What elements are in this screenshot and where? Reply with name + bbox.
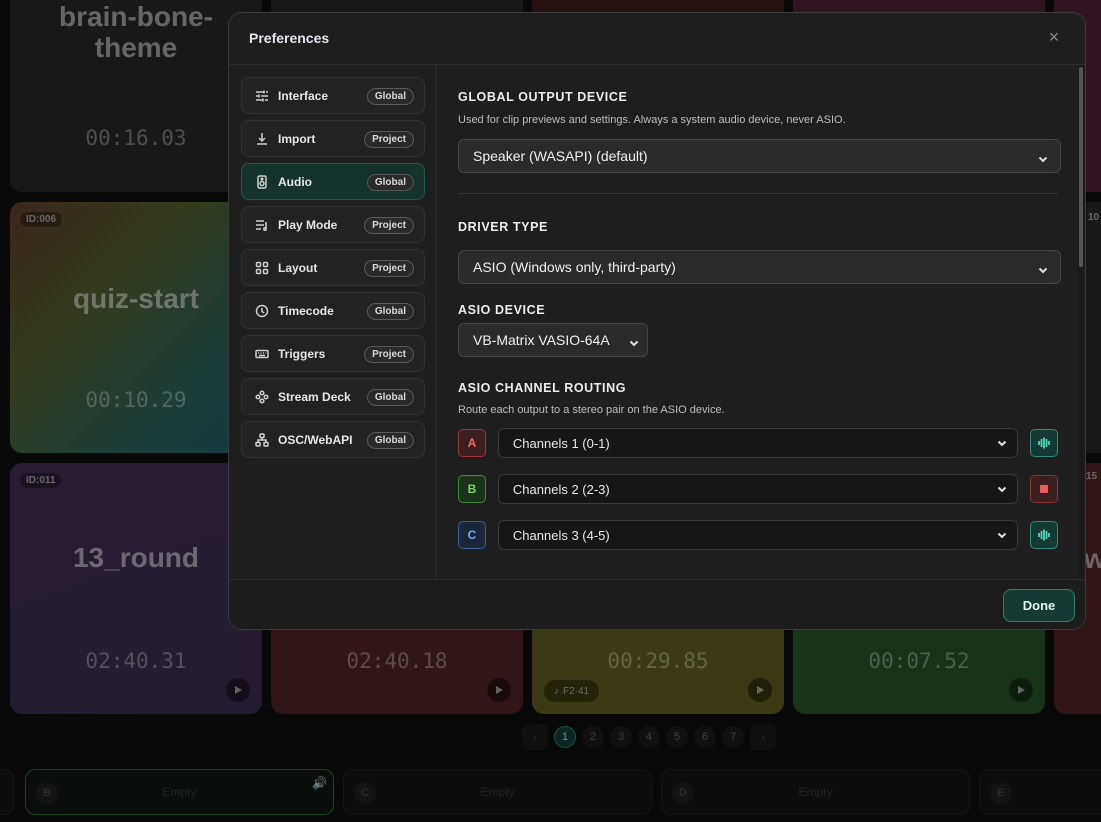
driver-type-select[interactable]: ASIO (Windows only, third-party) [458, 250, 1061, 284]
select-value: Channels 1 (0-1) [512, 435, 610, 451]
scope-badge: Project [364, 346, 414, 363]
select-value: Channels 2 (2-3) [512, 481, 610, 497]
section-divider [458, 193, 1058, 194]
channel-select[interactable]: Channels 2 (2-3) [497, 474, 1019, 504]
audio-settings-panel: GLOBAL OUTPUT DEVICE Used for clip previ… [438, 65, 1078, 579]
routing-row-c: C Channels 3 (4-5) [458, 512, 1058, 558]
scope-badge: Project [364, 217, 414, 234]
chevron-down-icon [629, 335, 639, 347]
sidebar-item-label: Triggers [278, 346, 326, 361]
sidebar-item-label: OSC/WebAPI [278, 432, 353, 447]
sidebar-item-layout[interactable]: Layout Project [241, 249, 425, 286]
scope-badge: Project [364, 260, 414, 277]
asio-device-select[interactable]: VB-Matrix VASIO-64A [458, 323, 648, 357]
section-title-asio-device: ASIO DEVICE [458, 303, 546, 317]
select-value: Speaker (WASAPI) (default) [473, 148, 648, 164]
test-tone-button[interactable] [1030, 429, 1058, 457]
network-icon [254, 432, 270, 448]
channel-select[interactable]: Channels 3 (4-5) [497, 520, 1019, 550]
preferences-sidebar: Interface Global Import Project Audio Gl… [229, 65, 437, 579]
chevron-down-icon [1038, 151, 1048, 163]
download-icon [254, 131, 270, 147]
scrollbar-thumb[interactable] [1079, 67, 1083, 267]
stream-deck-icon [254, 389, 270, 405]
dialog-title: Preferences [249, 30, 330, 46]
select-value: ASIO (Windows only, third-party) [473, 259, 676, 275]
audio-wave-icon [1038, 437, 1050, 449]
sidebar-item-timecode[interactable]: Timecode Global [241, 292, 425, 329]
sidebar-item-label: Import [278, 131, 316, 146]
playlist-icon [254, 217, 270, 233]
section-title-driver-type: DRIVER TYPE [458, 220, 548, 234]
sidebar-item-interface[interactable]: Interface Global [241, 77, 425, 114]
sidebar-item-label: Layout [278, 260, 318, 275]
sidebar-item-osc-webapi[interactable]: OSC/WebAPI Global [241, 421, 425, 458]
deck-letter-badge: B [458, 475, 486, 503]
scope-badge: Global [366, 88, 414, 105]
dialog-footer: Done [229, 579, 1085, 629]
done-button[interactable]: Done [1003, 589, 1075, 622]
chevron-down-icon [997, 528, 1007, 543]
sidebar-item-label: Stream Deck [278, 389, 351, 404]
sidebar-item-label: Play Mode [278, 217, 338, 232]
chevron-down-icon [1038, 262, 1048, 274]
keyboard-icon [254, 346, 270, 362]
sliders-icon [254, 88, 270, 104]
routing-list: A Channels 1 (0-1) B Channels 2 (2-3) C … [458, 420, 1058, 558]
grid-icon [254, 260, 270, 276]
channel-select[interactable]: Channels 1 (0-1) [497, 428, 1019, 458]
stop-test-button[interactable] [1030, 475, 1058, 503]
deck-letter-badge: C [458, 521, 486, 549]
close-icon: × [1048, 27, 1060, 47]
routing-row-b: B Channels 2 (2-3) [458, 466, 1058, 512]
scope-badge: Global [366, 432, 414, 449]
close-button[interactable]: × [1045, 28, 1063, 46]
output-device-select[interactable]: Speaker (WASAPI) (default) [458, 139, 1061, 173]
sidebar-item-play-mode[interactable]: Play Mode Project [241, 206, 425, 243]
deck-letter-badge: A [458, 429, 486, 457]
speaker-icon [254, 174, 270, 190]
sidebar-item-stream-deck[interactable]: Stream Deck Global [241, 378, 425, 415]
routing-row-a: A Channels 1 (0-1) [458, 420, 1058, 466]
test-tone-button[interactable] [1030, 521, 1058, 549]
section-description: Used for clip previews and settings. Alw… [458, 114, 846, 126]
clock-icon [254, 303, 270, 319]
content-scrollbar[interactable] [1078, 65, 1084, 579]
sidebar-item-triggers[interactable]: Triggers Project [241, 335, 425, 372]
select-value: Channels 3 (4-5) [512, 527, 610, 543]
select-value: VB-Matrix VASIO-64A [473, 332, 610, 348]
sidebar-item-label: Audio [278, 174, 312, 189]
scope-badge: Global [366, 303, 414, 320]
stop-icon [1040, 485, 1049, 493]
audio-wave-icon [1038, 529, 1050, 541]
scope-badge: Project [364, 131, 414, 148]
section-title-output-device: GLOBAL OUTPUT DEVICE [458, 90, 628, 104]
section-description: Route each output to a stereo pair on th… [458, 404, 725, 416]
dialog-header: Preferences × [229, 13, 1085, 65]
scope-badge: Global [366, 174, 414, 191]
sidebar-item-audio[interactable]: Audio Global [241, 163, 425, 200]
sidebar-item-import[interactable]: Import Project [241, 120, 425, 157]
section-title-channel-routing: ASIO CHANNEL ROUTING [458, 381, 627, 395]
sidebar-item-label: Interface [278, 88, 329, 103]
scope-badge: Global [366, 389, 414, 406]
chevron-down-icon [997, 482, 1007, 497]
sidebar-item-label: Timecode [278, 303, 334, 318]
chevron-down-icon [997, 436, 1007, 451]
preferences-dialog: Preferences × Interface Global Import Pr… [228, 12, 1086, 630]
